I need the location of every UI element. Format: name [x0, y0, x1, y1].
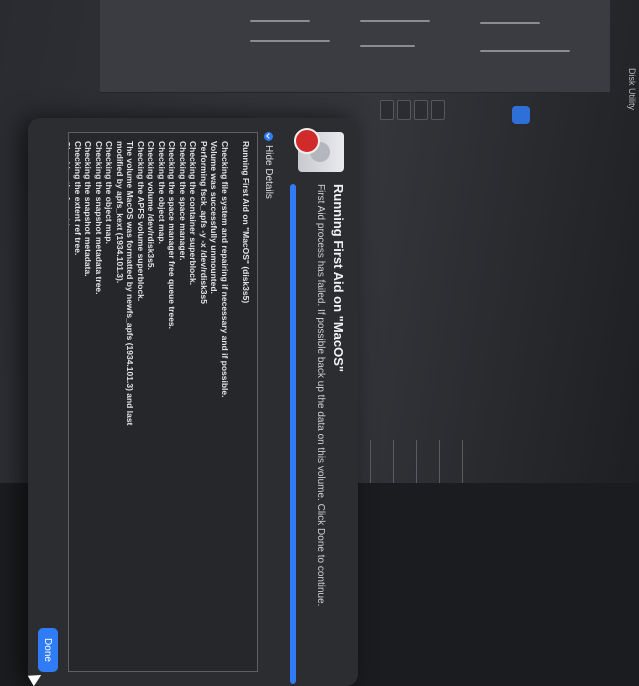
background-table	[370, 440, 510, 483]
background-sidebar	[100, 0, 610, 93]
log-line: Checking the space manager free queue tr…	[167, 141, 178, 330]
log-line: The volume MacOS was formatted by newfs_…	[125, 141, 136, 426]
log-line: Performing fsck_apfs -y -x /dev/rdisk3s5	[199, 141, 209, 304]
log-line: Checking the snapshot metadata tree.	[94, 141, 104, 295]
log-line: Checking the snapshot metadata.	[83, 141, 94, 277]
chevron-down-icon	[264, 132, 273, 141]
log-line: Checking the extent ref tree.	[73, 141, 83, 256]
dialog-title: Running First Aid on "MacOS"	[331, 184, 346, 373]
done-label: Done	[42, 638, 54, 662]
log-line: Checking the container superblock.	[188, 141, 199, 286]
hide-details-toggle[interactable]: Hide Details	[263, 132, 274, 199]
log-line: Running First Aid on "MacOS" (disk3s5)	[241, 141, 251, 304]
log-line: Checking volume /dev/rdisk3s5.	[146, 141, 157, 270]
log-line: Checking the fsroot tree.	[68, 141, 73, 242]
done-button[interactable]: Done	[38, 628, 58, 672]
hide-details-label: Hide Details	[263, 145, 274, 199]
progress-fill	[290, 184, 296, 684]
log-line: Checking file system and repairing if ne…	[220, 141, 230, 398]
first-aid-dialog: Running First Aid on "MacOS" First Aid p…	[27, 118, 358, 686]
log-output[interactable]: Running First Aid on "MacOS" (disk3s5) C…	[68, 132, 258, 672]
log-line: Volume was successfully unmounted.	[209, 141, 220, 294]
progress-bar	[290, 184, 296, 684]
dialog-subtitle: First Aid process has failed. If possibl…	[315, 184, 326, 607]
log-line: Checking the APFS volume superblock.	[136, 141, 146, 302]
log-line: Checking the object map.	[104, 141, 115, 244]
background-toolbar	[380, 100, 450, 122]
app-title: Disk Utility	[627, 68, 637, 110]
mouse-cursor-icon	[27, 669, 45, 686]
first-aid-error-icon	[294, 128, 320, 154]
log-line: Checking the object map.	[157, 141, 167, 244]
dialog-header: Running First Aid on "MacOS" First Aid p…	[278, 128, 348, 684]
log-line: modified by apfs_kext (1934.101.3).	[115, 141, 125, 284]
app-icon	[512, 106, 530, 124]
log-line: Checking the space manager.	[178, 141, 188, 261]
